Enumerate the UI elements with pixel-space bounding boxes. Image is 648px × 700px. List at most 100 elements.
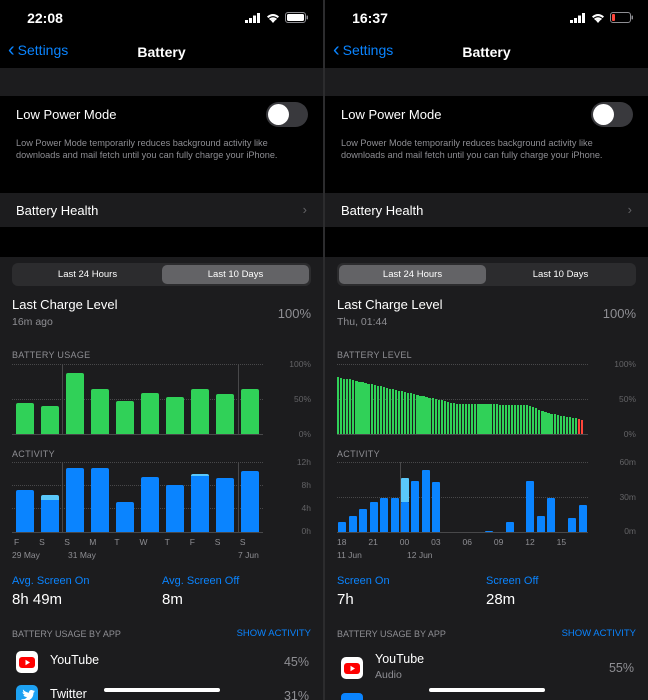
battery-level-bar [565, 416, 568, 434]
app-percentage: 55% [608, 661, 634, 675]
battery-level-bar [532, 406, 535, 434]
low-power-mode-label: Low Power Mode [341, 107, 442, 122]
usage-bar [141, 393, 160, 434]
activity-bar-screen-on [578, 505, 587, 532]
y-tick-label: 0% [623, 429, 636, 439]
battery-level-bar [507, 404, 510, 434]
battery-level-bar [443, 401, 446, 434]
battery-level-bar [580, 420, 584, 434]
battery-level-bar [346, 379, 349, 434]
app-name: YouTube [375, 652, 425, 666]
battery-level-bar [492, 403, 495, 434]
app-percentage: 45% [283, 655, 309, 669]
usage-bar [15, 402, 34, 434]
activity-header: ACTIVITY [12, 449, 55, 459]
battery-level-bar [523, 405, 526, 434]
activity-bar-screen-on [65, 467, 84, 532]
activity-bar-screen-on [216, 478, 235, 532]
app-name: Twitter [50, 687, 87, 700]
battery-level-bar [462, 403, 465, 434]
day-tick-label: T [114, 537, 120, 547]
battery-level-bar [526, 405, 529, 434]
low-power-mode-toggle[interactable] [266, 102, 308, 127]
battery-health-label: Battery Health [16, 203, 99, 218]
show-activity-button[interactable]: SHOW ACTIVITY [562, 628, 636, 639]
activity-bar-screen-on [505, 521, 514, 532]
battery-level-bar [361, 382, 364, 434]
battery-level-bar [486, 403, 489, 434]
y-tick-label: 4h [301, 503, 311, 513]
show-activity-button[interactable]: SHOW ACTIVITY [237, 628, 311, 639]
day-separator [62, 462, 64, 532]
activity-bar-screen-on [90, 467, 109, 532]
activity-bar-screen-on [338, 521, 347, 532]
battery-level-bar [452, 403, 456, 434]
battery-level-bar [556, 415, 559, 434]
app-row-youtube[interactable]: YouTube 45% [0, 645, 323, 679]
battery-level-bar [458, 403, 462, 434]
hour-tick-label: 09 [493, 537, 504, 547]
low-power-mode-description: Low Power Mode temporarily reduces backg… [16, 138, 278, 160]
day-tick-label: T [164, 537, 170, 547]
day-separator [237, 364, 239, 434]
y-tick-label: 50% [293, 394, 311, 404]
youtube-icon [16, 651, 38, 673]
low-power-mode-toggle[interactable] [591, 102, 633, 127]
y-tick-label: 0m [624, 526, 636, 536]
activity-bar-screen-on [166, 485, 185, 532]
battery-level-bar [431, 398, 434, 434]
activity-bar-screen-on [380, 498, 389, 532]
home-indicator[interactable] [104, 688, 220, 692]
low-power-mode-row: Low Power Mode [0, 96, 323, 132]
battery-level-bar [571, 417, 575, 434]
battery-level-bar [343, 378, 346, 434]
segment-last-10-days[interactable]: Last 10 Days [487, 265, 634, 284]
day-separator [399, 462, 401, 532]
battery-level-bar [538, 409, 541, 434]
hour-tick-label: 00 [399, 537, 410, 547]
battery-health-row[interactable]: Battery Health › [0, 193, 323, 227]
app-percentage: 31% [283, 689, 309, 700]
battery-level-bar [519, 405, 523, 434]
battery-level-bar [577, 418, 581, 434]
activity-bar-screen-off [40, 495, 59, 500]
battery-level-bar [550, 413, 553, 434]
cellular-signal-icon [245, 12, 260, 23]
partial-app-icon [341, 693, 363, 700]
battery-level-bar [407, 392, 410, 434]
battery-level-bar [455, 403, 459, 434]
battery-screen-24-hours: 16:37 ‹ Settings Battery Low Power Mode … [325, 0, 648, 700]
status-time: 16:37 [352, 10, 388, 26]
last-charge-time: Thu, 01:44 [337, 316, 388, 328]
battery-level-bar [510, 404, 514, 434]
battery-level-bar [422, 396, 425, 434]
nav-bar: ‹ Settings Battery [0, 36, 323, 68]
last-charge-label: Last Charge Level [12, 297, 118, 312]
y-tick-label: 12h [296, 457, 311, 467]
battery-level-bar [388, 388, 392, 434]
battery-level-bar [404, 392, 407, 434]
home-indicator[interactable] [429, 688, 545, 692]
battery-level-section: Last 24 Hours Last 10 Days Last Charge L… [325, 257, 648, 700]
activity-chart [12, 462, 263, 533]
activity-bar-screen-on [536, 515, 545, 532]
activity-bar-screen-on [547, 498, 556, 532]
usage-bar [40, 406, 59, 434]
activity-bar-screen-on [191, 476, 210, 532]
battery-level-bar [367, 383, 370, 434]
usage-bar [216, 394, 235, 434]
usage-by-app-header: BATTERY USAGE BY APP [337, 629, 446, 639]
segment-last-24-hours[interactable]: Last 24 Hours [339, 265, 486, 284]
youtube-icon [341, 657, 363, 679]
date-label: 31 May [68, 550, 96, 560]
battery-level-bar [483, 403, 486, 434]
avg-screen-off-value: 8m [162, 591, 183, 608]
activity-bar-screen-on [526, 480, 535, 532]
battery-health-row[interactable]: Battery Health › [325, 193, 648, 227]
app-row-youtube[interactable]: YouTube Audio 55% [325, 649, 648, 685]
avg-screen-off-label: Avg. Screen Off [162, 575, 240, 587]
segment-last-10-days[interactable]: Last 10 Days [162, 265, 309, 284]
battery-level-bar [529, 406, 532, 434]
segment-last-24-hours[interactable]: Last 24 Hours [14, 265, 161, 284]
usage-bar [90, 388, 109, 434]
